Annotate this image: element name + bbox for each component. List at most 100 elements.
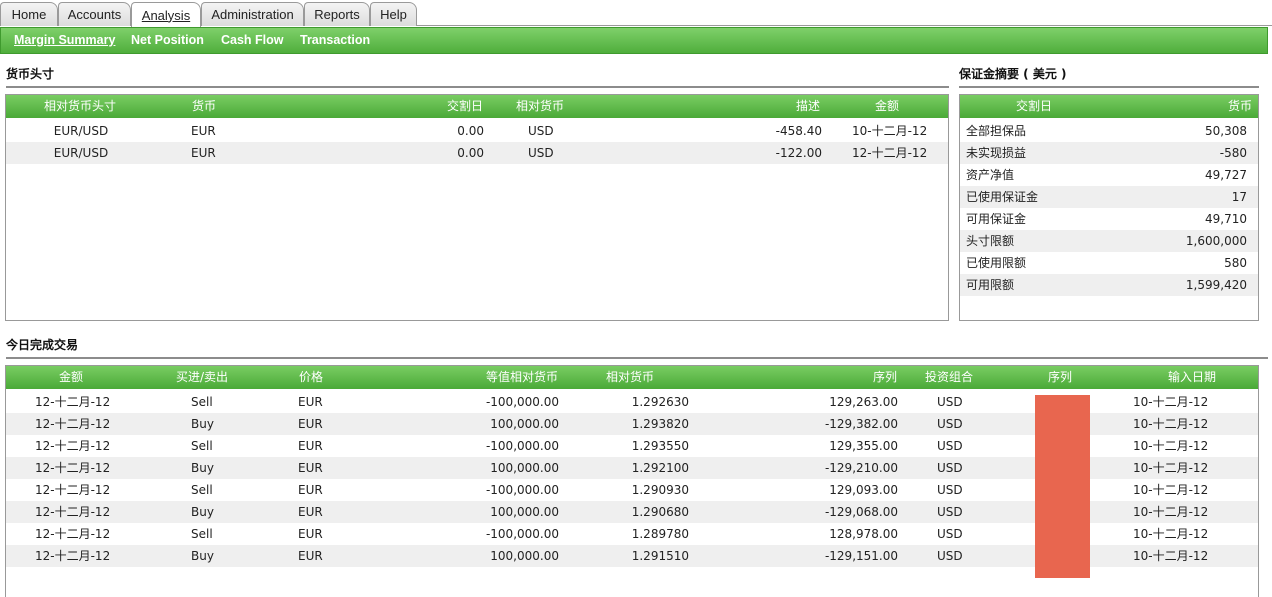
cell-equiv-counter: -100,000.00 <box>485 483 559 497</box>
cell-counter-currency: USD <box>528 124 554 138</box>
table-row: 全部担保品 50,308 <box>960 120 1258 142</box>
cell-counter: 1.292630 <box>631 395 689 409</box>
column-header[interactable]: 相对货币 <box>516 95 564 118</box>
cell-amount: 12-十二月-12 <box>35 417 111 431</box>
cell-sequence: 129,093.00 <box>829 483 898 497</box>
subnav-margin-summary[interactable]: Margin Summary <box>14 28 115 53</box>
table-header: 金额 买进/卖出 价格 等值相对货币 相对货币 序列 投资组合 序列 输入日期 <box>6 366 1258 389</box>
column-header[interactable]: 相对货币头寸 <box>44 95 116 118</box>
cell-amount: 12-十二月-12 <box>35 549 111 563</box>
table-row[interactable]: EUR/USD EUR 0.00 USD -458.40 10-十二月-12 <box>6 120 948 142</box>
column-header[interactable]: 金额 <box>875 95 899 118</box>
cell-entry-date: 10-十二月-12 <box>1133 395 1209 409</box>
tab-home[interactable]: Home <box>0 2 58 26</box>
column-header[interactable]: 投资组合 <box>925 366 973 389</box>
summary-label: 资产净值 <box>966 168 1015 182</box>
cell-portfolio: USD <box>937 527 963 541</box>
cell-pair: EUR/USD <box>53 146 109 160</box>
subnav-transaction[interactable]: Transaction <box>300 28 370 53</box>
column-header[interactable]: 描述 <box>796 95 820 118</box>
cell-counter: 1.289780 <box>631 527 689 541</box>
cell-counter: 1.292100 <box>631 461 689 475</box>
section-divider <box>6 357 1268 359</box>
todays-trades-title: 今日完成交易 <box>6 338 79 352</box>
summary-value: 1,599,420 <box>1185 278 1247 292</box>
summary-label: 可用限额 <box>966 278 1015 292</box>
cell-equiv-counter: -100,000.00 <box>485 527 559 541</box>
cell-counter: 1.290930 <box>631 483 689 497</box>
column-header[interactable]: 金额 <box>59 366 83 389</box>
cell-equiv-counter: 100,000.00 <box>490 505 559 519</box>
summary-value: -580 <box>1219 146 1247 160</box>
section-divider <box>959 86 1259 88</box>
subnav-net-position[interactable]: Net Position <box>131 28 204 53</box>
currency-positions-table: 相对货币头寸 货币 交割日 相对货币 描述 金额 EUR/USD EUR 0.0… <box>5 94 949 321</box>
cell-amount: 12-十二月-12 <box>35 483 111 497</box>
cell-entry-date: 10-十二月-12 <box>1133 461 1209 475</box>
cell-counter-currency: USD <box>528 146 554 160</box>
cell-counter: 1.293550 <box>631 439 689 453</box>
cell-side: Sell <box>191 439 213 453</box>
cell-counter: 1.291510 <box>631 549 689 563</box>
column-header[interactable]: 序列 <box>873 366 897 389</box>
cell-sequence: 129,355.00 <box>829 439 898 453</box>
summary-label: 已使用保证金 <box>966 190 1039 204</box>
cell-portfolio: USD <box>937 549 963 563</box>
cell-currency: EUR <box>191 146 216 160</box>
column-header[interactable]: 输入日期 <box>1168 366 1216 389</box>
cell-price: EUR <box>298 461 323 475</box>
main-tab-bar: Home Accounts Analysis Administration Re… <box>0 0 1272 27</box>
column-header[interactable]: 买进/卖出 <box>176 366 228 389</box>
tab-administration[interactable]: Administration <box>201 2 304 26</box>
cell-sequence: -129,210.00 <box>824 461 898 475</box>
table-header: 相对货币头寸 货币 交割日 相对货币 描述 金额 <box>6 95 948 118</box>
cell-sequence: -129,151.00 <box>824 549 898 563</box>
cell-price: EUR <box>298 439 323 453</box>
summary-value: 49,727 <box>1205 168 1247 182</box>
cell-sequence: 129,263.00 <box>829 395 898 409</box>
sub-navigation: Margin Summary Net Position Cash Flow Tr… <box>0 27 1268 54</box>
cell-settle: 0.00 <box>457 146 484 160</box>
cell-portfolio: USD <box>937 395 963 409</box>
tab-reports[interactable]: Reports <box>304 2 370 26</box>
column-header[interactable]: 等值相对货币 <box>486 366 558 389</box>
cell-amount: 12-十二月-12 <box>35 461 111 475</box>
column-header[interactable]: 货币 <box>1228 95 1252 118</box>
summary-value: 580 <box>1224 256 1247 270</box>
cell-amount: 12-十二月-12 <box>852 146 928 160</box>
cell-description: -122.00 <box>775 146 822 160</box>
cell-sequence: 128,978.00 <box>829 527 898 541</box>
subnav-cash-flow[interactable]: Cash Flow <box>221 28 284 53</box>
column-header[interactable]: 价格 <box>299 366 323 389</box>
cell-portfolio: USD <box>937 417 963 431</box>
cell-entry-date: 10-十二月-12 <box>1133 527 1209 541</box>
column-header[interactable]: 序列 <box>1048 366 1072 389</box>
column-header[interactable]: 交割日 <box>1016 95 1052 118</box>
cell-price: EUR <box>298 417 323 431</box>
table-row: 可用保证金 49,710 <box>960 208 1258 230</box>
cell-amount: 12-十二月-12 <box>35 527 111 541</box>
summary-label: 未实现损益 <box>966 146 1027 160</box>
cell-pair: EUR/USD <box>53 124 109 138</box>
summary-value: 50,308 <box>1205 124 1247 138</box>
tab-analysis[interactable]: Analysis <box>131 2 201 27</box>
tab-help[interactable]: Help <box>370 2 417 26</box>
column-header[interactable]: 相对货币 <box>606 366 654 389</box>
summary-label: 全部担保品 <box>966 124 1027 138</box>
table-row: 头寸限额 1,600,000 <box>960 230 1258 252</box>
cell-entry-date: 10-十二月-12 <box>1133 549 1209 563</box>
table-row[interactable]: EUR/USD EUR 0.00 USD -122.00 12-十二月-12 <box>6 142 948 164</box>
cell-portfolio: USD <box>937 505 963 519</box>
cell-side: Buy <box>191 505 214 519</box>
cell-price: EUR <box>298 549 323 563</box>
cell-side: Buy <box>191 461 214 475</box>
column-header[interactable]: 货币 <box>192 95 216 118</box>
cell-price: EUR <box>298 395 323 409</box>
cell-price: EUR <box>298 483 323 497</box>
cell-sequence: -129,382.00 <box>824 417 898 431</box>
table-row: 已使用保证金 17 <box>960 186 1258 208</box>
cell-portfolio: USD <box>937 461 963 475</box>
tab-accounts[interactable]: Accounts <box>58 2 131 26</box>
column-header[interactable]: 交割日 <box>447 95 483 118</box>
cell-counter: 1.293820 <box>631 417 689 431</box>
